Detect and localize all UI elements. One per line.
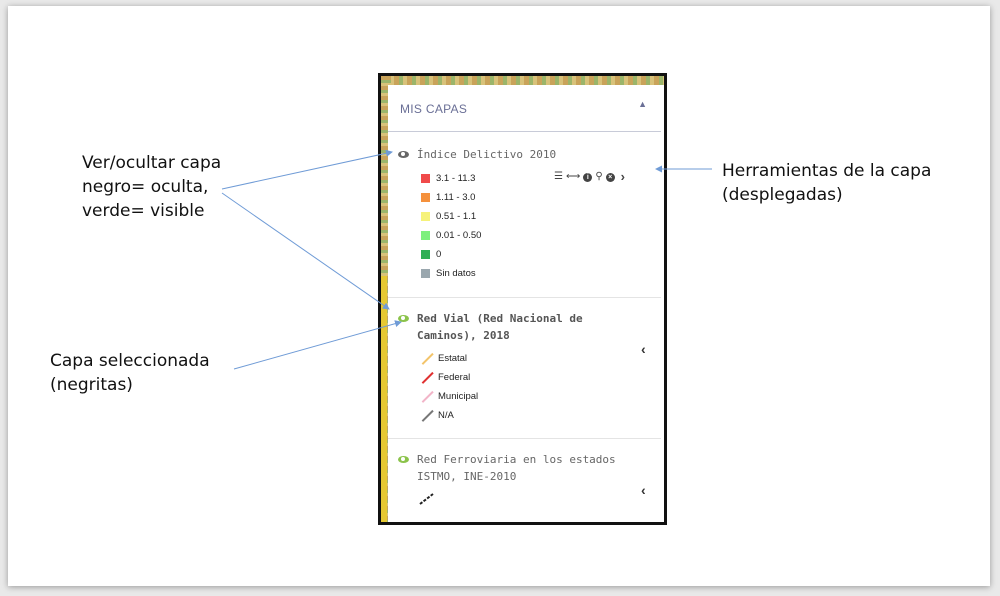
eye-icon[interactable] <box>398 456 409 463</box>
legend-swatch <box>421 174 430 183</box>
layer-tools: ☰ ⟷ i ⚲ × › <box>554 170 625 183</box>
legend-item: Estatal <box>421 349 478 368</box>
panel-title: MIS CAPAS <box>400 102 468 116</box>
legend-item: Sin datos <box>421 264 481 283</box>
eye-icon[interactable] <box>398 151 409 158</box>
caret-up-icon[interactable]: ▲ <box>638 99 647 109</box>
layer-item-red-ferroviaria[interactable]: Red Ferroviaria en los estados ISTMO, IN… <box>388 439 661 521</box>
layer-panel-screenshot: MIS CAPAS ▲ Índice Delictivo 2010 ☰ ⟷ i … <box>378 73 667 525</box>
line-symbol <box>421 410 433 422</box>
chevron-right-icon[interactable]: › <box>621 170 625 183</box>
info-icon[interactable]: i <box>583 172 593 182</box>
resize-horizontal-icon[interactable]: ⟷ <box>566 172 580 182</box>
legend-item: 0 <box>421 245 481 264</box>
map-background-top <box>381 76 664 85</box>
legend-swatch <box>421 212 430 221</box>
my-layers-panel: MIS CAPAS ▲ Índice Delictivo 2010 ☰ ⟷ i … <box>388 85 664 522</box>
panel-header[interactable]: MIS CAPAS ▲ <box>388 85 661 132</box>
layer-name[interactable]: Índice Delictivo 2010 <box>417 146 556 163</box>
remove-icon[interactable]: × <box>605 172 615 182</box>
railway-line-icon <box>419 493 434 505</box>
legend-item: Federal <box>421 368 478 387</box>
table-icon[interactable]: ☰ <box>554 172 563 182</box>
search-icon[interactable]: ⚲ <box>595 172 602 182</box>
chevron-left-icon[interactable]: ‹ <box>641 341 646 357</box>
chevron-left-icon[interactable]: ‹ <box>641 482 646 498</box>
line-symbol <box>421 353 433 365</box>
legend-swatch <box>421 231 430 240</box>
layer-name[interactable]: Red Vial (Red Nacional de Caminos), 2018 <box>417 310 583 344</box>
layer-item-indice-delictivo[interactable]: Índice Delictivo 2010 ☰ ⟷ i ⚲ × › 3.1 - … <box>388 132 661 298</box>
annotation-toggle-visibility: Ver/ocultar capa negro= oculta, verde= v… <box>82 153 222 221</box>
legend-swatch <box>421 269 430 278</box>
layer-legend: 3.1 - 11.3 1.11 - 3.0 0.51 - 1.1 0.01 - … <box>421 169 481 283</box>
legend-item: N/A <box>421 406 478 425</box>
eye-icon[interactable] <box>398 315 409 322</box>
legend-item: 0.01 - 0.50 <box>421 226 481 245</box>
layer-name[interactable]: Red Ferroviaria en los estados ISTMO, IN… <box>417 451 616 485</box>
annotation-selected-layer: Capa seleccionada (negritas) <box>50 351 210 395</box>
line-symbol <box>421 372 433 384</box>
line-symbol <box>421 391 433 403</box>
legend-item: 1.11 - 3.0 <box>421 188 481 207</box>
annotation-layer-tools: Herramientas de la capa (desplegadas) <box>722 161 932 205</box>
legend-swatch <box>421 193 430 202</box>
legend-item: Municipal <box>421 387 478 406</box>
legend-item: 3.1 - 11.3 <box>421 169 481 188</box>
legend-item: 0.51 - 1.1 <box>421 207 481 226</box>
layer-item-red-vial[interactable]: Red Vial (Red Nacional de Caminos), 2018… <box>388 298 661 439</box>
legend-swatch <box>421 250 430 259</box>
layer-legend: Estatal Federal Municipal N/A <box>421 349 478 425</box>
